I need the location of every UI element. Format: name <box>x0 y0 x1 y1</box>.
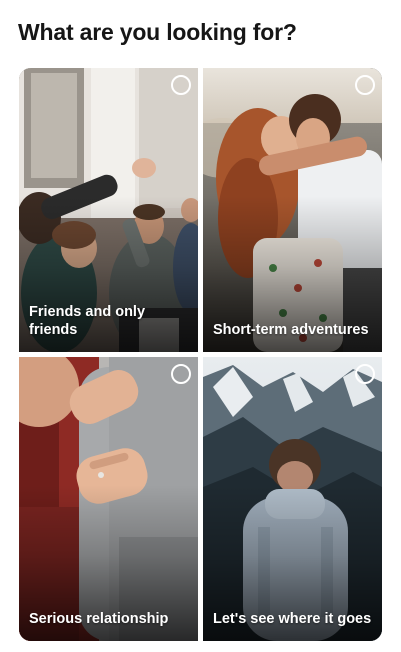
option-label-serious: Serious relationship <box>29 611 169 627</box>
option-label-short-term: Short-term adventures <box>213 322 369 338</box>
option-label-friends: Friends and only friends <box>29 304 146 338</box>
option-card-short-term[interactable]: Short-term adventures <box>203 68 382 352</box>
option-radio-short-term[interactable] <box>355 75 375 95</box>
option-card-serious[interactable]: Serious relationship <box>19 357 198 641</box>
page-title: What are you looking for? <box>18 19 297 45</box>
option-radio-friends[interactable] <box>171 75 191 95</box>
onboarding-screen: What are you looking for? Friends and on… <box>0 0 401 652</box>
option-card-friends[interactable]: Friends and only friends <box>19 68 198 352</box>
options-grid: Friends and only friends Short-term adve… <box>19 68 382 641</box>
option-card-lets-see[interactable]: Let's see where it goes <box>203 357 382 641</box>
option-radio-lets-see[interactable] <box>355 364 375 384</box>
option-label-lets-see: Let's see where it goes <box>213 611 372 627</box>
option-radio-serious[interactable] <box>171 364 191 384</box>
